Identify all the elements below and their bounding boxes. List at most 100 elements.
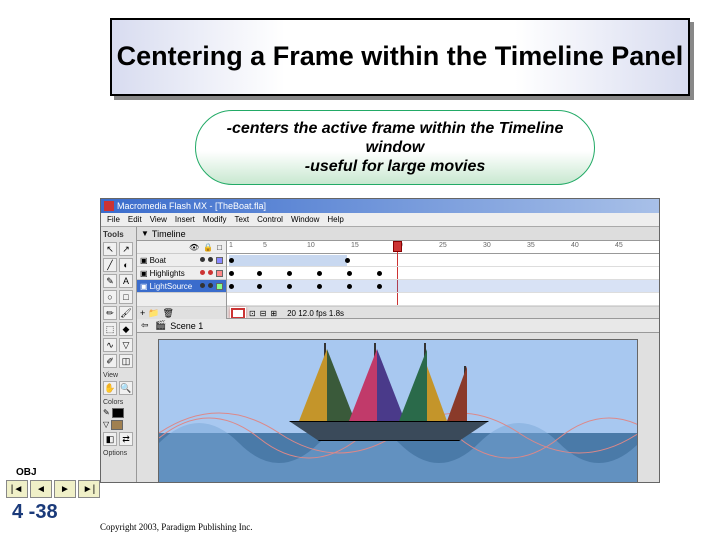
zoom-tool-icon[interactable]: 🔍 <box>119 381 133 395</box>
onion-skin-icon[interactable]: ⊡ <box>249 309 256 318</box>
swap-colors-icon[interactable]: ⇄ <box>119 432 133 446</box>
app-title: Macromedia Flash MX - [TheBoat.fla] <box>117 201 266 211</box>
add-folder-icon[interactable]: 📁 <box>148 308 159 319</box>
view-section-label: View <box>103 372 134 379</box>
next-slide-button[interactable]: ► <box>54 480 76 498</box>
layer-name: Highlights <box>150 269 185 278</box>
ruler-mark: 45 <box>615 242 623 249</box>
transform-tool-icon[interactable]: ⬚ <box>103 322 117 336</box>
menu-text[interactable]: Text <box>234 215 249 224</box>
layer-row-boat[interactable]: ▣ Boat <box>137 254 226 267</box>
layer-name: LightSource <box>150 282 193 291</box>
fill-bucket-icon: ▽ <box>103 420 109 430</box>
default-colors-icon[interactable]: ◧ <box>103 432 117 446</box>
brush-tool-icon[interactable]: 🖌 <box>119 306 133 320</box>
tools-panel: Tools ↖ ↗ ╱ ◐ ✎ A ○ □ ✏ 🖌 ⬚ ◆ ∿ ▽ ✐ ◫ Vi… <box>101 227 137 482</box>
frame-track-highlights[interactable] <box>227 267 659 280</box>
subselect-tool-icon[interactable]: ↗ <box>119 242 133 256</box>
edit-multiple-icon[interactable]: ⊞ <box>270 309 277 318</box>
main-area: ▼ Timeline 👁 🔒 □ ▣ Boat ▣ <box>137 227 659 482</box>
frame-track-boat[interactable] <box>227 254 659 267</box>
layer-icon: ▣ <box>140 256 148 265</box>
fill-color-swatch[interactable] <box>111 420 123 430</box>
arrow-tool-icon[interactable]: ↖ <box>103 242 117 256</box>
eyedropper-tool-icon[interactable]: ✐ <box>103 354 117 368</box>
scene-bar: ⇦ 🎬 Scene 1 <box>137 319 659 333</box>
eye-column-icon[interactable]: 👁 <box>189 243 199 252</box>
flash-app-window: Macromedia Flash MX - [TheBoat.fla] File… <box>100 198 660 483</box>
menu-modify[interactable]: Modify <box>203 215 227 224</box>
layer-icon: ▣ <box>140 269 148 278</box>
hand-tool-icon[interactable]: ✋ <box>103 381 117 395</box>
first-slide-button[interactable]: |◄ <box>6 480 28 498</box>
obj-label: OBJ <box>16 467 37 478</box>
ruler-mark: 35 <box>527 242 535 249</box>
timeline-panel-header[interactable]: ▼ Timeline <box>137 227 659 241</box>
ink-tool-icon[interactable]: ∿ <box>103 338 117 352</box>
menu-view[interactable]: View <box>150 215 167 224</box>
center-frame-button[interactable] <box>231 308 245 319</box>
stroke-color-swatch[interactable] <box>112 408 124 418</box>
line-tool-icon[interactable]: ╱ <box>103 258 117 272</box>
flash-app-icon <box>104 201 114 211</box>
prev-slide-button[interactable]: ◄ <box>30 480 52 498</box>
playhead-marker-icon[interactable] <box>393 241 402 252</box>
ruler-mark: 25 <box>439 242 447 249</box>
stroke-pencil-icon: ✎ <box>103 408 110 418</box>
app-menubar[interactable]: File Edit View Insert Modify Text Contro… <box>101 213 659 227</box>
collapse-triangle-icon[interactable]: ▼ <box>141 229 149 238</box>
oval-tool-icon[interactable]: ○ <box>103 290 117 304</box>
drawing-tools: ↖ ↗ ╱ ◐ ✎ A ○ □ ✏ 🖌 ⬚ ◆ ∿ ▽ ✐ ◫ <box>103 242 134 368</box>
rect-tool-icon[interactable]: □ <box>119 290 133 304</box>
scene-label[interactable]: Scene 1 <box>170 321 203 331</box>
frame-track-lightsource[interactable] <box>227 280 659 293</box>
layer-row-highlights[interactable]: ▣ Highlights <box>137 267 226 280</box>
frames-area[interactable]: 1 5 10 15 20 25 30 35 40 45 <box>227 241 659 318</box>
boat-graphic <box>289 421 489 441</box>
app-titlebar: Macromedia Flash MX - [TheBoat.fla] <box>101 199 659 213</box>
menu-insert[interactable]: Insert <box>175 215 195 224</box>
last-slide-button[interactable]: ►| <box>78 480 100 498</box>
menu-file[interactable]: File <box>107 215 120 224</box>
colors-section-label: Colors <box>103 399 134 406</box>
timeline-label: Timeline <box>152 229 186 239</box>
timeline-area: 👁 🔒 □ ▣ Boat ▣ Highlights <box>137 241 659 319</box>
fill-transform-icon[interactable]: ◆ <box>119 322 133 336</box>
lock-column-icon[interactable]: 🔒 <box>203 243 213 252</box>
onion-outline-icon[interactable]: ⊟ <box>260 309 267 318</box>
ruler-mark: 5 <box>263 242 267 249</box>
delete-layer-icon[interactable]: 🗑 <box>162 308 173 319</box>
add-layer-icon[interactable]: + <box>140 308 145 318</box>
options-section-label: Options <box>103 450 134 457</box>
outline-column-icon[interactable]: □ <box>217 243 222 252</box>
ruler-mark: 15 <box>351 242 359 249</box>
canvas[interactable] <box>158 339 638 482</box>
frame-info: 20 12.0 fps 1.8s <box>287 309 344 318</box>
bucket-tool-icon[interactable]: ▽ <box>119 338 133 352</box>
frame-ruler[interactable]: 1 5 10 15 20 25 30 35 40 45 <box>227 241 659 254</box>
pencil-tool-icon[interactable]: ✏ <box>103 306 117 320</box>
app-body: Tools ↖ ↗ ╱ ◐ ✎ A ○ □ ✏ 🖌 ⬚ ◆ ∿ ▽ ✐ ◫ Vi… <box>101 227 659 482</box>
back-arrow-icon[interactable]: ⇦ <box>141 320 149 331</box>
text-tool-icon[interactable]: A <box>119 274 133 288</box>
ruler-mark: 30 <box>483 242 491 249</box>
menu-edit[interactable]: Edit <box>128 215 142 224</box>
lasso-tool-icon[interactable]: ◐ <box>119 258 133 272</box>
layer-icon: ▣ <box>140 282 148 291</box>
pen-tool-icon[interactable]: ✎ <box>103 274 117 288</box>
page-number: 4 -38 <box>12 501 58 524</box>
subtitle-box: -centers the active frame within the Tim… <box>195 110 595 185</box>
scene-clap-icon: 🎬 <box>155 320 166 331</box>
menu-control[interactable]: Control <box>257 215 283 224</box>
slide-title: Centering a Frame within the Timeline Pa… <box>117 42 684 72</box>
menu-help[interactable]: Help <box>327 215 343 224</box>
ruler-mark: 10 <box>307 242 315 249</box>
ruler-mark: 1 <box>229 242 233 249</box>
stage[interactable] <box>137 333 659 482</box>
menu-window[interactable]: Window <box>291 215 319 224</box>
eraser-tool-icon[interactable]: ◫ <box>119 354 133 368</box>
subtitle-line1: -centers the active frame within the Tim… <box>227 120 564 156</box>
layer-row-lightsource[interactable]: ▣ LightSource <box>137 280 226 293</box>
frames-footer: ⊡ ⊟ ⊞ 20 12.0 fps 1.8s <box>227 306 659 318</box>
tools-label: Tools <box>103 229 134 240</box>
